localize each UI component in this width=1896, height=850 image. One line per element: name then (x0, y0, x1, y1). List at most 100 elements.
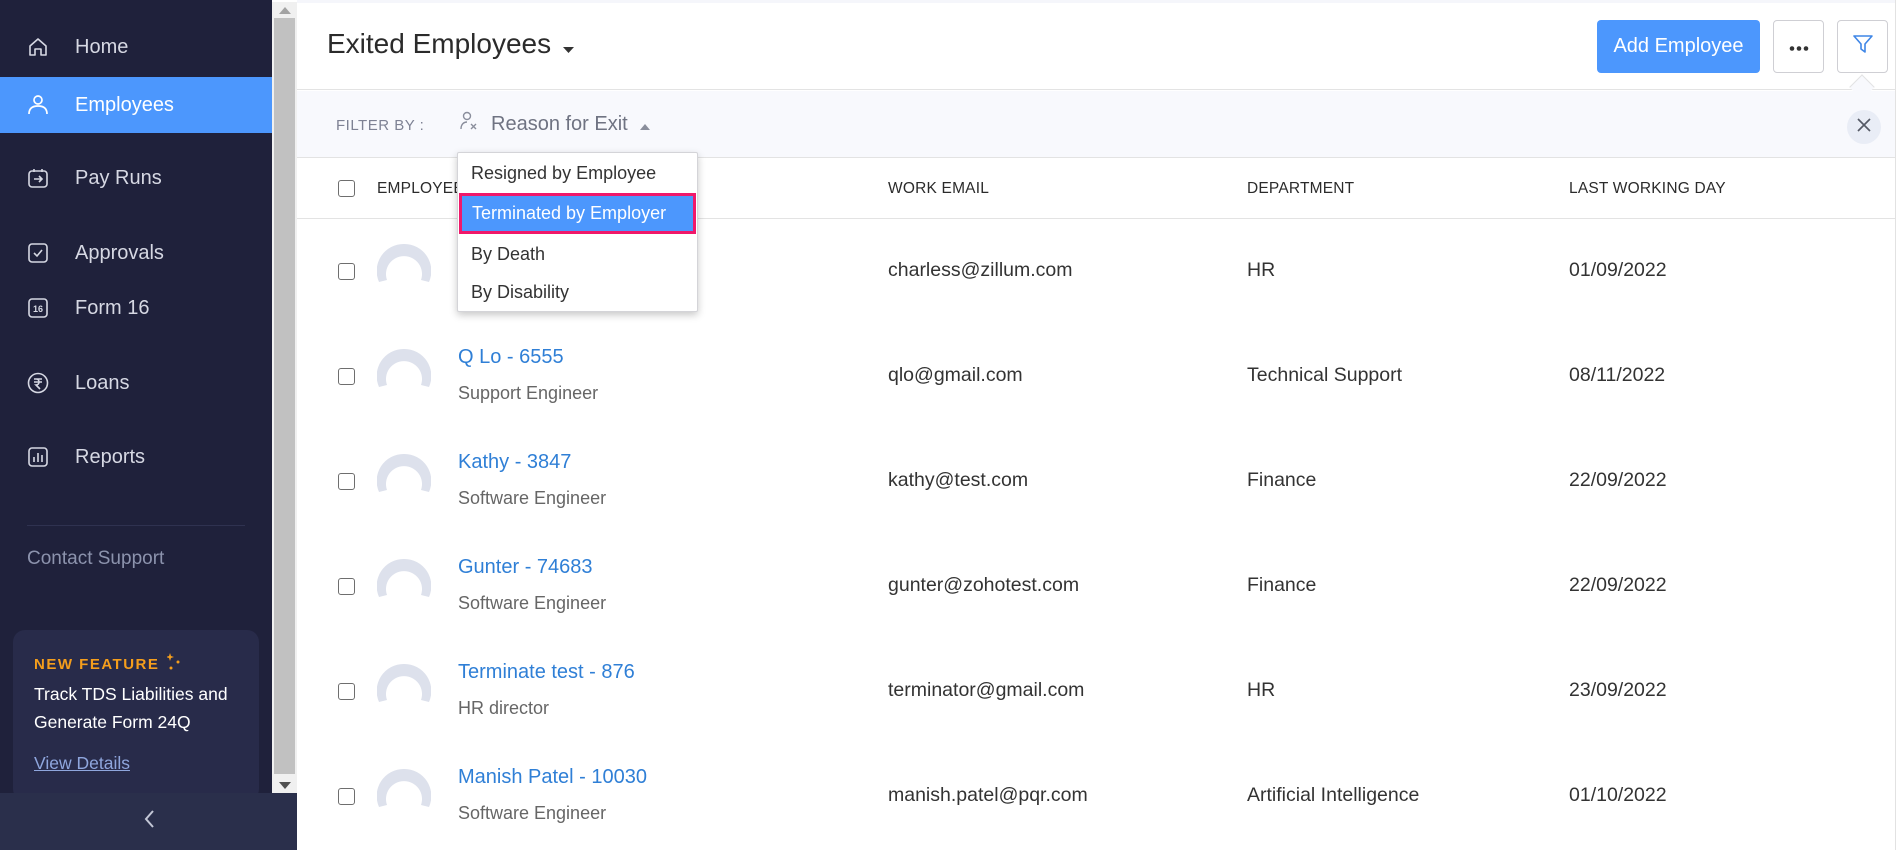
sidebar-item-pay-runs[interactable]: Pay Runs (0, 150, 272, 206)
avatar (376, 663, 432, 718)
page-title: Exited Employees (327, 28, 552, 59)
work-email: gunter@zohotest.com (888, 574, 1080, 596)
scroll-down-arrow-icon[interactable] (272, 777, 297, 793)
new-feature-card: NEW FEATURE Track TDS Liabilities and Ge… (13, 630, 259, 801)
view-selector[interactable]: Exited Employees (327, 28, 575, 60)
page-header: Exited Employees Add Employee (297, 3, 1895, 90)
department: Finance (1247, 469, 1317, 491)
select-all-checkbox[interactable] (338, 180, 355, 197)
column-header-work-email[interactable]: WORK EMAIL (888, 180, 989, 198)
avatar (376, 558, 432, 613)
sidebar-item-home[interactable]: Home (0, 19, 272, 75)
column-header-last-working-day[interactable]: LAST WORKING DAY (1569, 180, 1726, 198)
caret-down-icon (563, 28, 575, 60)
table-row[interactable]: Manish Patel - 10030 Software Engineer man… (297, 744, 1895, 849)
row-checkbox[interactable] (338, 578, 355, 595)
filter-select-label: Reason for Exit (491, 112, 628, 135)
approval-check-icon (27, 242, 49, 264)
last-working-day: 23/09/2022 (1569, 679, 1667, 701)
table-row[interactable]: Q Lo - 6555 Support Engineer qlo@gmail.com… (297, 324, 1895, 429)
work-email: qlo@gmail.com (888, 364, 1023, 386)
employee-designation: HR director (458, 698, 550, 718)
sidebar-item-employees[interactable]: Employees (0, 77, 272, 133)
employee-name-link[interactable]: Q Lo - 6555 (458, 346, 564, 369)
feature-description: Track TDS Liabilities and Generate Form … (34, 684, 228, 732)
sidebar-scrollbar[interactable] (272, 2, 297, 793)
last-working-day: 22/09/2022 (1569, 574, 1667, 596)
sidebar-item-reports[interactable]: Reports (0, 429, 272, 485)
row-checkbox[interactable] (338, 683, 355, 700)
filter-bar: FILTER BY : Reason for Exit (297, 91, 1895, 158)
sidebar-divider (27, 525, 245, 526)
sidebar-item-label: Loans (75, 371, 130, 394)
column-header-department[interactable]: DEPARTMENT (1247, 180, 1354, 198)
rupee-icon (27, 372, 49, 394)
feature-tag-label: NEW FEATURE (34, 655, 160, 673)
contact-support-link[interactable]: Contact Support (27, 548, 164, 570)
home-icon (27, 36, 49, 58)
filter-icon (1852, 34, 1873, 59)
table-row[interactable]: Gunter - 74683 Software Engineer gunter@zo… (297, 534, 1895, 639)
employee-name-link[interactable]: Kathy - 3847 (458, 451, 571, 474)
department: HR (1247, 679, 1276, 701)
employee-name-link[interactable]: Terminate test - 876 (458, 661, 635, 684)
department: HR (1247, 259, 1276, 281)
row-checkbox[interactable] (338, 788, 355, 805)
last-working-day: 01/09/2022 (1569, 259, 1667, 281)
last-working-day: 08/11/2022 (1569, 364, 1666, 386)
employee-name-link[interactable]: Manish Patel - 10030 (458, 766, 647, 789)
reason-for-exit-filter[interactable]: Reason for Exit (459, 109, 650, 139)
dropdown-option-terminated[interactable]: Terminated by Employer (459, 193, 696, 234)
more-horizontal-icon (1789, 38, 1809, 56)
filter-button[interactable] (1837, 20, 1888, 73)
row-checkbox[interactable] (338, 368, 355, 385)
employee-designation: Software Engineer (458, 803, 607, 823)
collapse-sidebar-button[interactable] (0, 793, 297, 850)
sidebar-item-label: Pay Runs (75, 166, 162, 189)
filter-by-label: FILTER BY : (336, 117, 425, 134)
employee-designation: Software Engineer (458, 593, 607, 613)
dropdown-option-resigned[interactable]: Resigned by Employee (458, 153, 697, 193)
last-working-day: 22/09/2022 (1569, 469, 1667, 491)
view-details-link[interactable]: View Details (34, 753, 130, 774)
work-email: kathy@test.com (888, 469, 1029, 491)
feature-tag: NEW FEATURE (34, 653, 181, 675)
department: Finance (1247, 574, 1317, 596)
employee-designation: Software Engineer (458, 488, 607, 508)
reason-for-exit-dropdown: Resigned by Employee Terminated by Emplo… (457, 152, 698, 312)
close-filter-button[interactable] (1847, 110, 1881, 144)
last-working-day: 01/10/2022 (1569, 784, 1667, 806)
row-checkbox[interactable] (338, 473, 355, 490)
scroll-up-arrow-icon[interactable] (272, 2, 297, 18)
sidebar-item-label: Reports (75, 445, 146, 468)
dropdown-option-death[interactable]: By Death (458, 234, 697, 274)
scrollbar-thumb[interactable] (274, 18, 295, 774)
sidebar-item-loans[interactable]: Loans (0, 355, 272, 411)
department: Technical Support (1247, 364, 1403, 386)
dropdown-option-disability[interactable]: By Disability (458, 272, 697, 312)
sidebar: Home Employees Pay Runs Approvals 16 For… (0, 0, 272, 801)
sidebar-item-approvals[interactable]: Approvals (0, 225, 272, 281)
sidebar-item-label: Form 16 (75, 296, 150, 319)
more-options-button[interactable] (1773, 20, 1824, 73)
caret-up-icon (639, 113, 650, 136)
add-employee-button[interactable]: Add Employee (1597, 20, 1760, 73)
main-content: Exited Employees Add Employee FILTER BY … (297, 0, 1896, 850)
employee-name-link[interactable]: Gunter - 74683 (458, 556, 593, 579)
sparkle-icon (166, 653, 181, 675)
user-remove-icon (459, 111, 479, 137)
employee-designation: Support Engineer (458, 383, 599, 403)
sidebar-item-label: Employees (75, 93, 174, 116)
sidebar-item-label: Home (75, 35, 129, 58)
svg-text:16: 16 (33, 304, 43, 314)
payrun-calendar-icon (27, 167, 49, 189)
sidebar-item-form-16[interactable]: 16 Form 16 (0, 280, 272, 336)
row-checkbox[interactable] (338, 263, 355, 280)
avatar (376, 243, 432, 298)
avatar (376, 768, 432, 823)
work-email: manish.patel@pqr.com (888, 784, 1088, 806)
work-email: terminator@gmail.com (888, 679, 1085, 701)
table-row[interactable]: Terminate test - 876 HR director terminato… (297, 639, 1895, 744)
user-icon (27, 94, 49, 116)
table-row[interactable]: Kathy - 3847 Software Engineer kathy@test.… (297, 429, 1895, 534)
